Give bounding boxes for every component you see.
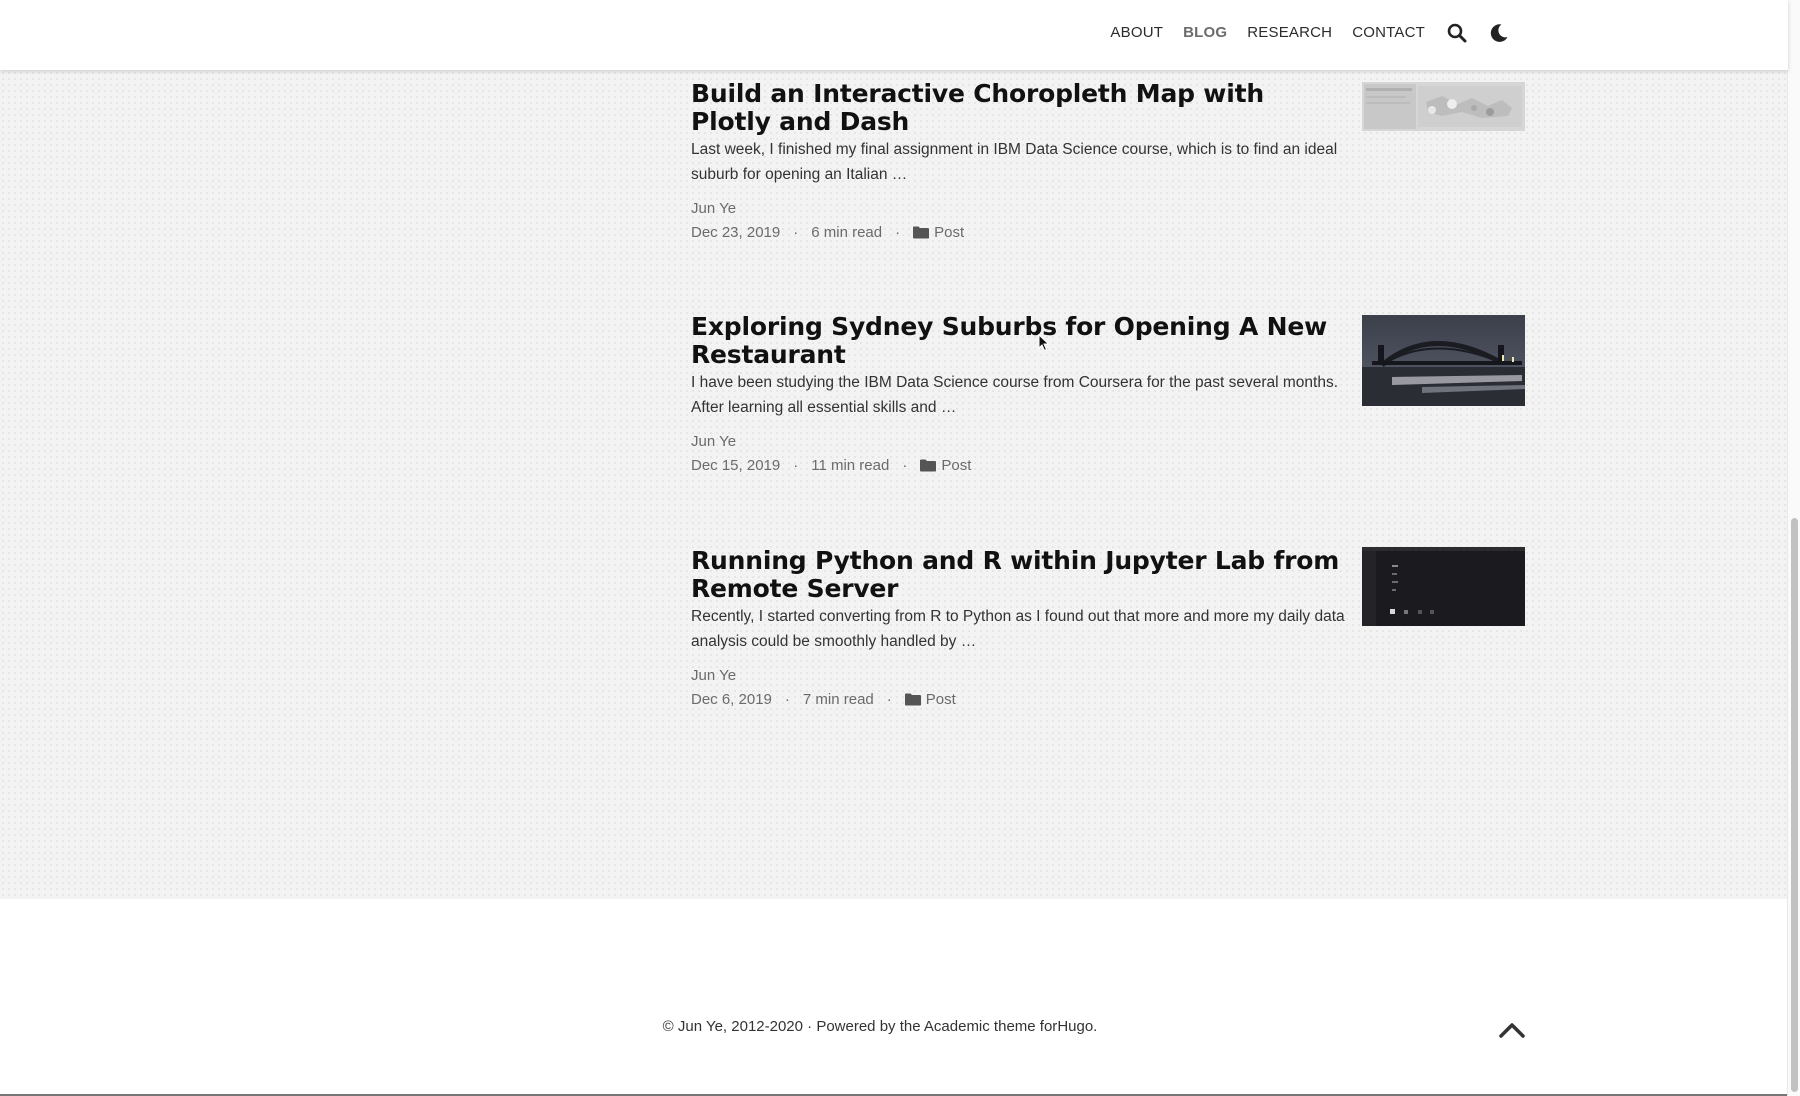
post-category-link[interactable]: Post (934, 224, 964, 241)
footer: © Jun Ye, 2012-2020 · Powered by the Aca… (0, 1018, 1760, 1035)
scrollbar-thumb[interactable] (1791, 518, 1798, 1092)
post-category-link[interactable]: Post (926, 691, 956, 708)
post-author[interactable]: Jun Ye (691, 200, 1526, 217)
post-thumbnail[interactable] (1362, 82, 1525, 131)
search-icon[interactable] (1445, 21, 1469, 45)
nav-blog[interactable]: BLOG (1183, 24, 1227, 41)
post-date: Dec 6, 2019 (691, 691, 772, 708)
post-author[interactable]: Jun Ye (691, 667, 1526, 684)
post-thumbnail[interactable] (1362, 315, 1525, 406)
meta-separator: · (784, 691, 790, 708)
nav-about[interactable]: ABOUT (1110, 24, 1163, 41)
page-scrollbar[interactable] (1787, 0, 1800, 1096)
folder-icon (920, 459, 937, 472)
post-date: Dec 15, 2019 (691, 457, 781, 474)
nav-research[interactable]: RESEARCH (1247, 24, 1332, 41)
post-title[interactable]: Exploring Sydney Suburbs for Opening A N… (691, 313, 1341, 369)
nav-contact[interactable]: CONTACT (1352, 24, 1425, 41)
meta-separator: · (895, 224, 901, 241)
post-title[interactable]: Running Python and R within Jupyter Lab … (691, 547, 1341, 603)
post-read-time: 7 min read (802, 691, 874, 708)
folder-icon (904, 693, 921, 706)
meta-separator: · (793, 457, 799, 474)
meta-separator: · (902, 457, 908, 474)
post-read-time: 6 min read (811, 224, 883, 241)
mouse-cursor-icon (1038, 333, 1050, 352)
moon-icon[interactable] (1487, 21, 1511, 45)
post-read-time: 11 min read (811, 457, 890, 474)
meta-separator: · (793, 224, 799, 241)
post-summary: I have been studying the IBM Data Scienc… (691, 374, 1339, 416)
footer-period: . (1093, 1018, 1098, 1035)
post-author[interactable]: Jun Ye (691, 433, 1526, 450)
post-item: Exploring Sydney Suburbs for Opening A N… (691, 313, 1526, 474)
post-thumbnail[interactable] (1362, 547, 1525, 626)
navbar: ABOUT BLOG RESEARCH CONTACT (0, 0, 1788, 70)
post-title[interactable]: Build an Interactive Choropleth Map with… (691, 80, 1341, 136)
post-date: Dec 23, 2019 (691, 224, 781, 241)
post-meta: Dec 6, 2019 · 7 min read · Post (691, 691, 1526, 708)
post-meta: Dec 15, 2019 · 11 min read · Post (691, 457, 1526, 474)
post-meta: Dec 23, 2019 · 6 min read · Post (691, 224, 1526, 241)
post-summary: Last week, I finished my final assignmen… (691, 141, 1338, 183)
footer-hugo-link[interactable]: Hugo (1057, 1018, 1093, 1035)
page: ABOUT BLOG RESEARCH CONTACT Build an Int… (0, 0, 1788, 1096)
footer-for-text: for (1039, 1018, 1058, 1035)
folder-icon (913, 226, 930, 239)
back-to-top-chevron-icon[interactable] (1497, 1020, 1527, 1040)
post-category-link[interactable]: Post (941, 457, 971, 474)
meta-separator: · (886, 691, 892, 708)
footer-copyright: © Jun Ye, 2012-2020 · Powered by the (662, 1018, 921, 1035)
post-item: Build an Interactive Choropleth Map with… (691, 80, 1526, 241)
footer-theme-link[interactable]: Academic theme (924, 1018, 1036, 1035)
nav-links: ABOUT BLOG RESEARCH CONTACT (1110, 0, 1511, 65)
post-summary: Recently, I started converting from R to… (691, 608, 1345, 650)
post-item: Running Python and R within Jupyter Lab … (691, 547, 1526, 708)
